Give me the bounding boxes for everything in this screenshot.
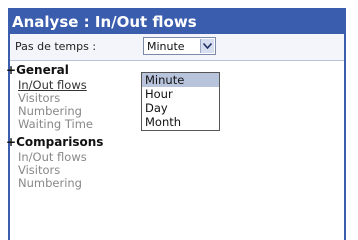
timestep-option-month[interactable]: Month [142, 115, 219, 129]
expand-icon[interactable]: + [6, 63, 16, 77]
timestep-option-minute[interactable]: Minute [142, 73, 219, 87]
timestep-dropdown-list[interactable]: Minute Hour Day Month [141, 72, 220, 131]
chevron-down-icon[interactable] [200, 39, 214, 53]
timestep-option-hour[interactable]: Hour [142, 87, 219, 101]
tree-item-comparisons-numbering[interactable]: Numbering [6, 177, 326, 190]
expand-icon[interactable]: + [6, 135, 16, 149]
window-title: Analyse : In/Out flows [10, 10, 344, 34]
timestep-toolbar: Pas de temps : Minute [10, 34, 344, 61]
timestep-option-day[interactable]: Day [142, 101, 219, 115]
section-comparisons[interactable]: +Comparisons [6, 134, 326, 151]
timestep-select-value: Minute [147, 40, 185, 53]
timestep-select[interactable]: Minute [143, 37, 216, 55]
timestep-label: Pas de temps : [15, 40, 97, 53]
section-general-label: General [16, 63, 69, 77]
section-comparisons-label: Comparisons [16, 135, 104, 149]
